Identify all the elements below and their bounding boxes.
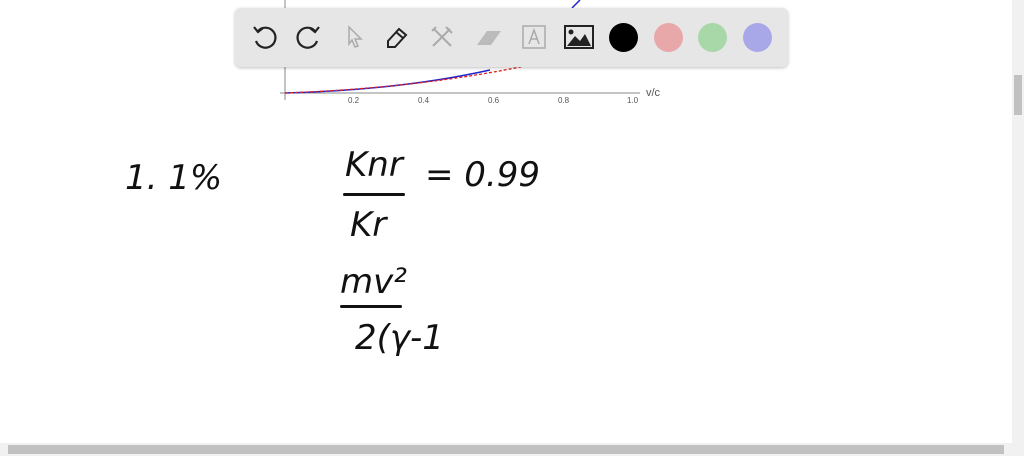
x-tick: 0.4 [418, 96, 430, 105]
x-tick: 1.0 [627, 96, 639, 105]
tools-icon [431, 26, 453, 47]
color-pink[interactable] [654, 23, 683, 52]
drawing-toolbar [235, 8, 788, 67]
pen-icon [387, 27, 408, 48]
classical-curve [284, 64, 531, 94]
image-button[interactable] [562, 20, 596, 54]
vertical-scroll-thumb[interactable] [1014, 75, 1022, 115]
horizontal-scroll-thumb[interactable] [8, 445, 1004, 454]
handwritten-denominator: Kr [350, 205, 387, 245]
handwritten-numerator: Knr [345, 145, 403, 185]
handwritten-denominator-2: 2(γ-1 [355, 318, 444, 358]
select-icon [348, 25, 363, 48]
color-blue[interactable] [743, 23, 772, 52]
text-icon [522, 25, 546, 49]
redo-icon [296, 26, 320, 49]
relativistic-curve [284, 69, 491, 94]
horizontal-scrollbar[interactable] [0, 443, 1024, 456]
handwritten-item-number: 1. 1% [125, 158, 223, 198]
handwritten-numerator-2: mv² [340, 262, 407, 302]
redo-button[interactable] [292, 20, 326, 54]
x-tick: 0.2 [348, 96, 360, 105]
color-black[interactable] [609, 23, 638, 52]
image-icon [564, 25, 594, 49]
undo-button[interactable] [247, 20, 281, 54]
eraser-button[interactable] [471, 20, 505, 54]
select-button[interactable] [337, 20, 371, 54]
eraser-icon [477, 31, 501, 45]
fraction-bar-2 [340, 305, 402, 308]
fraction-bar [343, 193, 405, 196]
pen-button[interactable] [380, 20, 414, 54]
relativistic-curve-top [571, 0, 581, 9]
x-tick: 0.6 [488, 96, 500, 105]
undo-icon [253, 26, 277, 49]
color-green[interactable] [698, 23, 727, 52]
tools-button[interactable] [425, 20, 459, 54]
x-tick: 0.8 [558, 96, 570, 105]
vertical-scrollbar[interactable] [1012, 0, 1024, 443]
handwritten-ratio-value: = 0.99 [425, 155, 540, 195]
x-axis-label: v/c [646, 87, 661, 99]
text-button[interactable] [517, 20, 551, 54]
